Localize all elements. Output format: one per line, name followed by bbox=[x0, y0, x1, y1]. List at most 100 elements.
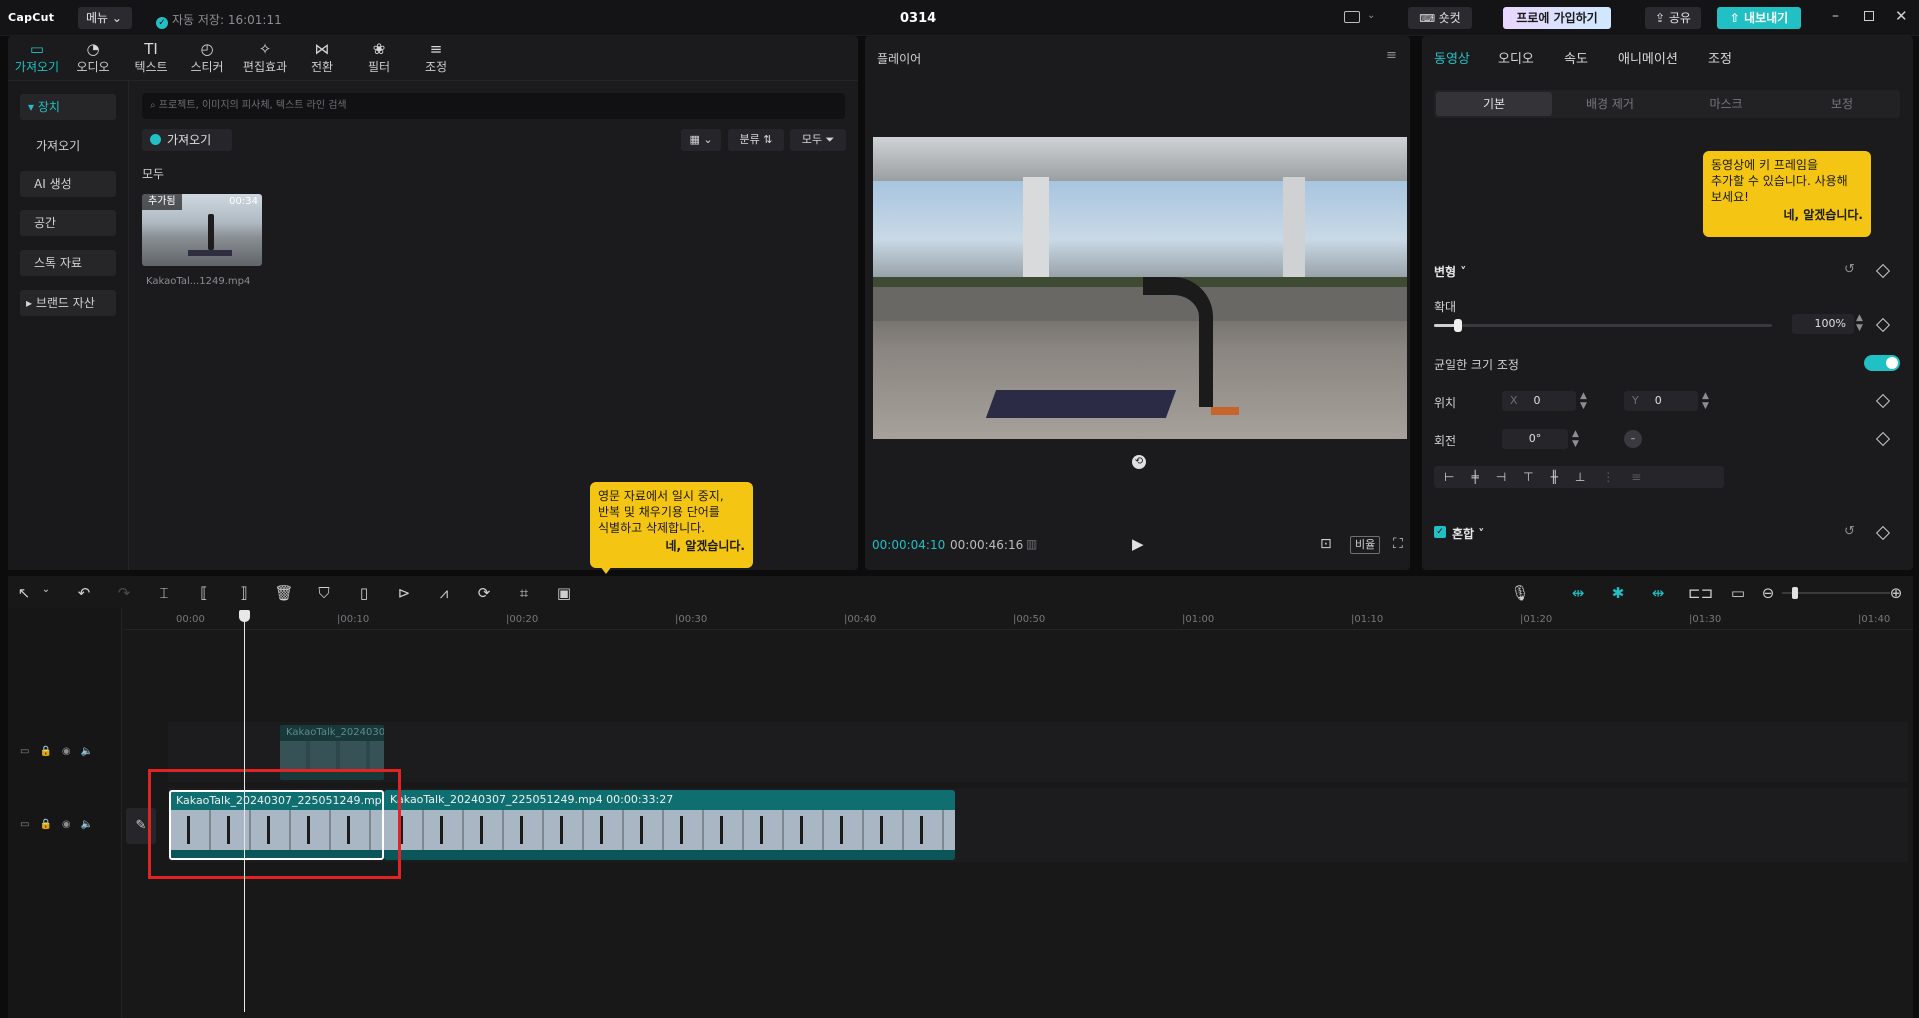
align-right-icon[interactable]: ⊣ bbox=[1496, 470, 1523, 484]
tab-adjust[interactable]: ≡ 조정 bbox=[409, 40, 463, 80]
ratio-button[interactable]: 비율 bbox=[1350, 536, 1381, 554]
hamburger-icon[interactable]: ≡ bbox=[1386, 48, 1397, 63]
scale-slider-track[interactable] bbox=[1434, 319, 1772, 332]
menu-button[interactable]: 메뉴 ⌄ bbox=[78, 7, 132, 29]
speed-icon[interactable]: ⊳ bbox=[394, 584, 414, 602]
scale-value-input[interactable]: 100% bbox=[1792, 314, 1854, 334]
playhead-line[interactable] bbox=[244, 612, 245, 1012]
tooltip-ok-button[interactable]: 네, 알겠습니다. bbox=[1711, 207, 1863, 223]
snap-icon[interactable]: ✱ bbox=[1608, 584, 1628, 602]
layout-icon[interactable] bbox=[1344, 11, 1360, 23]
pro-signup-button[interactable]: 프로에 가입하기 bbox=[1503, 7, 1611, 29]
split-left-icon[interactable]: ⟦ bbox=[194, 584, 214, 602]
stepper-icon[interactable]: ▲ ▼ bbox=[1856, 313, 1863, 333]
import-button[interactable]: 가져오기 bbox=[142, 129, 232, 151]
sidebar-item-space[interactable]: 공간 bbox=[20, 210, 116, 236]
linkage-icon[interactable]: ⇹ bbox=[1648, 584, 1668, 602]
sidebar-item-brand[interactable]: ▸ 브랜드 자산 bbox=[20, 290, 116, 316]
stepper-icon[interactable]: ▲ ▼ bbox=[1580, 391, 1587, 411]
reset-icon[interactable]: ↺ bbox=[1844, 262, 1855, 277]
chevron-down-icon[interactable]: ⌄ bbox=[36, 584, 56, 595]
tab-sticker[interactable]: ◴ 스티커 bbox=[180, 40, 234, 80]
track-type-icon[interactable]: ▭ bbox=[20, 819, 39, 830]
tooltip-ok-button[interactable]: 네, 알겠습니다. bbox=[598, 538, 745, 554]
tab-speed[interactable]: 속도 bbox=[1564, 48, 1588, 67]
zoom-slider[interactable] bbox=[1782, 587, 1890, 599]
sidebar-item-stock[interactable]: 스톡 자료 bbox=[20, 250, 116, 276]
align-bottom-icon[interactable]: ⊥ bbox=[1575, 470, 1602, 484]
speaker-icon[interactable]: 🔈 bbox=[81, 819, 103, 830]
sidebar-item-ai[interactable]: AI 생성 bbox=[20, 171, 116, 197]
preview-axis-icon[interactable]: ⊏⊐ bbox=[1688, 584, 1713, 602]
blend-header[interactable]: 혼합 ˅ bbox=[1452, 525, 1484, 542]
media-clip-thumbnail[interactable]: 추가됨 00:34 bbox=[142, 194, 262, 266]
playhead-handle[interactable] bbox=[239, 610, 250, 622]
filter-button[interactable]: 모두 ⏷ bbox=[790, 129, 846, 151]
distribute-v-icon[interactable]: ≡ bbox=[1631, 470, 1658, 484]
close-icon[interactable]: ✕ bbox=[1895, 7, 1908, 25]
position-x-input[interactable]: X0 bbox=[1502, 391, 1576, 411]
eye-icon[interactable]: ◉ bbox=[62, 819, 81, 830]
split-right-icon[interactable]: ⟧ bbox=[234, 584, 254, 602]
video-frame[interactable] bbox=[873, 137, 1407, 439]
video-clip-2[interactable]: KakaoTalk_20240307_225051249.mp4 00:00:3… bbox=[384, 790, 955, 860]
rotate-icon[interactable]: ⟲ bbox=[1132, 455, 1146, 469]
stepper-icon[interactable]: ▲ ▼ bbox=[1702, 391, 1709, 411]
align-top-icon[interactable]: ⊤ bbox=[1523, 470, 1550, 484]
tab-video[interactable]: 동영상 bbox=[1434, 48, 1470, 67]
share-button[interactable]: ⇪ 공유 bbox=[1645, 7, 1701, 29]
align-left-icon[interactable]: ⊢ bbox=[1444, 470, 1471, 484]
sidebar-item-import[interactable]: 가져오기 bbox=[20, 133, 116, 159]
search-input[interactable]: ⌕ 프로젝트, 이미지의 피사체, 텍스트 라인 검색 bbox=[142, 93, 845, 119]
tab-filter[interactable]: ❀ 필터 bbox=[352, 40, 406, 80]
tab-audio[interactable]: ◔ 오디오 bbox=[66, 40, 120, 80]
zoom-in-icon[interactable]: ⊕ bbox=[1886, 584, 1906, 602]
zoom-fit-icon[interactable]: ⊡ bbox=[1320, 536, 1332, 552]
chevron-down-icon[interactable]: ⌄ bbox=[1367, 10, 1375, 21]
zoom-slider-handle[interactable] bbox=[1792, 587, 1798, 599]
eye-icon[interactable]: ◉ bbox=[62, 746, 81, 757]
caption-icon[interactable]: ▭ bbox=[1728, 584, 1748, 602]
restore-icon[interactable] bbox=[1864, 11, 1874, 21]
uniform-scale-toggle[interactable] bbox=[1864, 355, 1900, 371]
subtab-basic[interactable]: 기본 bbox=[1436, 92, 1552, 116]
reset-icon[interactable]: ↺ bbox=[1844, 524, 1855, 539]
waveform-icon[interactable]: ▥ bbox=[1026, 537, 1037, 551]
mask-icon[interactable]: ⛉ bbox=[314, 584, 334, 602]
tab-adjust-props[interactable]: 조정 bbox=[1708, 48, 1732, 67]
tab-text[interactable]: TI 텍스트 bbox=[124, 40, 178, 80]
magnet-link-icon[interactable]: ⇹ bbox=[1568, 584, 1588, 602]
lock-icon[interactable]: 🔒 bbox=[39, 746, 61, 757]
minimize-icon[interactable]: – bbox=[1832, 8, 1839, 24]
rotation-input[interactable]: 0° bbox=[1502, 429, 1568, 449]
rotation-dial-icon[interactable]: – bbox=[1624, 430, 1642, 448]
distribute-h-icon[interactable]: ⋮ bbox=[1602, 470, 1631, 484]
sidebar-item-device[interactable]: ▾ 장치 bbox=[20, 94, 116, 120]
tab-animation[interactable]: 애니메이션 bbox=[1618, 48, 1678, 67]
subtab-correction[interactable]: 보정 bbox=[1784, 92, 1900, 116]
transform-header[interactable]: 변형 ˅ bbox=[1434, 263, 1466, 280]
undo-icon[interactable]: ↶ bbox=[74, 584, 94, 602]
pro-feature-icon[interactable]: ▣ bbox=[554, 584, 574, 602]
play-icon[interactable]: ▶ bbox=[1132, 535, 1144, 553]
tab-audio-props[interactable]: 오디오 bbox=[1498, 48, 1534, 67]
tab-transition[interactable]: ⋈ 전환 bbox=[295, 40, 349, 80]
view-toggle-button[interactable]: ▦ ⌄ bbox=[681, 129, 721, 151]
rotate-clip-icon[interactable]: ⟳ bbox=[474, 584, 494, 602]
scale-slider-handle[interactable] bbox=[1453, 319, 1462, 332]
subtab-remove-bg[interactable]: 배경 제거 bbox=[1552, 92, 1668, 116]
sort-button[interactable]: 분류 ⇅ bbox=[728, 129, 784, 151]
subtab-mask[interactable]: 마스크 bbox=[1668, 92, 1784, 116]
speaker-icon[interactable]: 🔈 bbox=[81, 746, 103, 757]
crop-icon[interactable]: ⌗ bbox=[514, 584, 534, 602]
tab-effects[interactable]: ✧ 편집효과 bbox=[238, 40, 292, 80]
select-cursor-icon[interactable]: ↖ bbox=[14, 584, 34, 602]
microphone-icon[interactable]: 🎙 bbox=[1510, 584, 1530, 602]
stepper-icon[interactable]: ▲ ▼ bbox=[1572, 429, 1579, 449]
track-type-icon[interactable]: ▭ bbox=[20, 746, 39, 757]
split-icon[interactable]: ⌶ bbox=[154, 584, 174, 602]
export-button[interactable]: ⇧ 내보내기 bbox=[1717, 7, 1801, 29]
align-center-v-icon[interactable]: ╫ bbox=[1551, 470, 1575, 484]
freeze-icon[interactable]: ▯ bbox=[354, 584, 374, 602]
tab-import[interactable]: ▭ 가져오기 bbox=[10, 40, 64, 80]
